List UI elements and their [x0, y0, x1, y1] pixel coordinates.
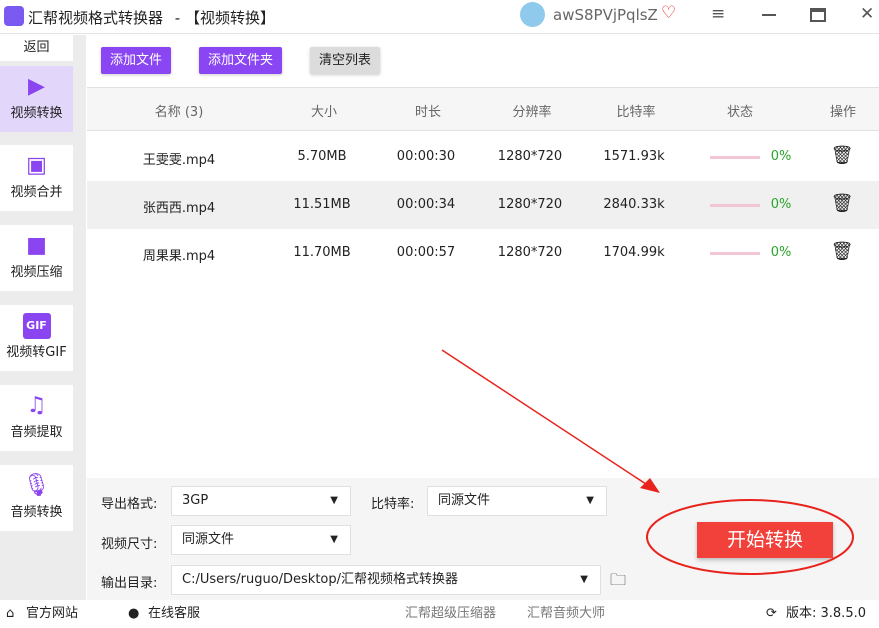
avatar[interactable]: [520, 2, 545, 27]
caret-down-icon: ▼: [580, 574, 588, 585]
caret-down-icon: ▼: [586, 495, 594, 506]
app-title: 汇帮视频格式转换器: [28, 9, 164, 27]
sidebar-item-video-merge[interactable]: ▣ 视频合并: [0, 145, 73, 211]
microphone-icon: 🎙: [22, 473, 51, 498]
menu-icon[interactable]: ≡: [711, 4, 725, 24]
video-convert-icon: ▶: [28, 74, 45, 99]
folder-icon[interactable]: 🗀: [610, 569, 626, 596]
format-value: 3GP: [182, 493, 209, 508]
table-row[interactable]: 王雯雯.mp4 5.70MB 00:00:30 1280*720 1571.93…: [87, 133, 879, 181]
file-size: 11.51MB: [293, 197, 351, 212]
delete-icon[interactable]: 🗑: [831, 193, 854, 214]
progress-bar: [710, 252, 760, 255]
back-button[interactable]: 返回: [0, 35, 73, 61]
format-select[interactable]: 3GP ▼: [171, 486, 351, 516]
file-bitrate: 1704.99k: [603, 245, 665, 260]
file-duration: 00:00:57: [396, 245, 456, 260]
username[interactable]: awS8PVjPqlsZ: [553, 6, 658, 24]
output-dir-label: 输出目录:: [101, 576, 158, 591]
progress-bar: [710, 156, 760, 159]
service-link[interactable]: 在线客服: [148, 600, 200, 628]
header-name[interactable]: 名称 (3): [155, 101, 204, 120]
progress-text: 0%: [770, 245, 792, 260]
add-file-button[interactable]: 添加文件: [101, 47, 172, 74]
settings-panel: 导出格式: 3GP ▼ 比特率: 同源文件 ▼ 视频尺寸: 同源文件 ▼ 输出目录: …: [87, 478, 879, 600]
table-header: 名称 (3) 大小 时长 分辨率 比特率 状态 操作: [87, 87, 879, 131]
file-resolution: 1280*720: [497, 197, 563, 212]
header-duration[interactable]: 时长: [415, 101, 441, 120]
header-size[interactable]: 大小: [311, 101, 337, 120]
back-label: 返回: [23, 40, 50, 55]
sidebar-item-audio-extract[interactable]: ♫ 音频提取: [0, 385, 73, 451]
refresh-icon[interactable]: ⟳: [766, 600, 777, 628]
file-size: 5.70MB: [297, 149, 347, 164]
video-size-select[interactable]: 同源文件 ▼: [171, 525, 351, 555]
title-bar: 汇帮视频格式转换器 - 【视频转换】 awS8PVjPqlsZ ♡ ≡ ✕: [0, 0, 879, 34]
file-bitrate: 2840.33k: [603, 197, 665, 212]
headset-icon: ●: [128, 606, 140, 621]
format-label: 导出格式:: [101, 497, 158, 512]
version-text: 版本: 3.8.5.0: [786, 606, 866, 621]
progress-text: 0%: [770, 149, 792, 164]
table-row[interactable]: 周果果.mp4 11.70MB 00:00:57 1280*720 1704.9…: [87, 229, 879, 277]
gif-icon: GIF: [22, 313, 51, 339]
file-bitrate: 1571.93k: [603, 149, 665, 164]
audio-master-link[interactable]: 汇帮音频大师: [527, 600, 605, 628]
file-name: 周果果.mp4: [142, 249, 216, 264]
home-icon: ⌂: [6, 606, 15, 621]
music-icon: ♫: [26, 393, 47, 418]
clear-list-button[interactable]: 清空列表: [310, 47, 381, 74]
delete-icon[interactable]: 🗑: [831, 241, 854, 262]
start-convert-button[interactable]: 开始转换: [697, 522, 833, 558]
sidebar-item-video-compress[interactable]: ■ 视频压缩: [0, 225, 73, 291]
output-dir-value: C:/Users/ruguo/Desktop/汇帮视频格式转换器: [182, 572, 459, 587]
minimize-icon[interactable]: [762, 14, 776, 16]
sidebar-item-gif[interactable]: GIF 视频转GIF: [0, 305, 73, 371]
bitrate-select[interactable]: 同源文件 ▼: [427, 486, 607, 516]
header-action: 操作: [829, 105, 857, 120]
header-status: 状态: [726, 105, 754, 120]
compressor-link[interactable]: 汇帮超级压缩器: [405, 600, 496, 628]
caret-down-icon: ▼: [330, 534, 338, 545]
add-folder-button[interactable]: 添加文件夹: [199, 47, 283, 74]
sidebar-item-label: 视频压缩: [10, 265, 63, 280]
header-resolution[interactable]: 分辨率: [512, 101, 551, 120]
file-name: 张西西.mp4: [142, 201, 216, 216]
sidebar-item-label: 视频转GIF: [6, 345, 67, 360]
file-duration: 00:00:30: [396, 149, 456, 164]
progress-bar: [710, 204, 760, 207]
sidebar-item-label: 视频转换: [10, 106, 63, 121]
file-name: 王雯雯.mp4: [142, 153, 216, 168]
file-duration: 00:00:34: [396, 197, 456, 212]
sidebar-item-label: 音频转换: [10, 505, 63, 520]
file-resolution: 1280*720: [497, 149, 563, 164]
vip-icon[interactable]: ♡: [661, 3, 676, 23]
sidebar-item-label: 视频合并: [10, 185, 63, 200]
footer: ⌂ 官方网站 ● 在线客服 汇帮超级压缩器 汇帮音频大师 ⟳ 版本: 3.8.5…: [0, 600, 879, 628]
file-size: 11.70MB: [293, 245, 351, 260]
close-icon[interactable]: ✕: [860, 4, 874, 24]
sidebar-item-audio-convert[interactable]: 🎙 音频转换: [0, 465, 73, 531]
delete-icon[interactable]: 🗑: [831, 145, 854, 166]
sidebar-item-video-convert[interactable]: ▶ 视频转换: [0, 66, 73, 132]
table-row[interactable]: 张西西.mp4 11.51MB 00:00:34 1280*720 2840.3…: [87, 181, 879, 229]
caret-down-icon: ▼: [330, 495, 338, 506]
sidebar: 返回 ▶ 视频转换 ▣ 视频合并 ■ 视频压缩 GIF 视频转GIF ♫ 音频提取 🎙 音频…: [0, 35, 86, 600]
annotation-arrow-line: [441, 349, 653, 489]
sidebar-item-label: 音频提取: [10, 425, 63, 440]
video-size-label: 视频尺寸:: [101, 537, 158, 552]
bitrate-label: 比特率:: [371, 497, 415, 512]
progress-text: 0%: [770, 197, 792, 212]
file-resolution: 1280*720: [497, 245, 563, 260]
header-bitrate[interactable]: 比特率: [616, 101, 655, 120]
bitrate-value: 同源文件: [438, 493, 491, 508]
section-title: - 【视频转换】: [170, 9, 275, 27]
video-merge-icon: ▣: [26, 153, 47, 178]
output-dir-select[interactable]: C:/Users/ruguo/Desktop/汇帮视频格式转换器 ▼: [171, 565, 601, 595]
website-link[interactable]: 官方网站: [26, 600, 78, 628]
app-logo-icon: [4, 6, 24, 26]
video-size-value: 同源文件: [182, 532, 235, 547]
maximize-icon[interactable]: [810, 8, 826, 22]
video-compress-icon: ■: [26, 233, 47, 258]
